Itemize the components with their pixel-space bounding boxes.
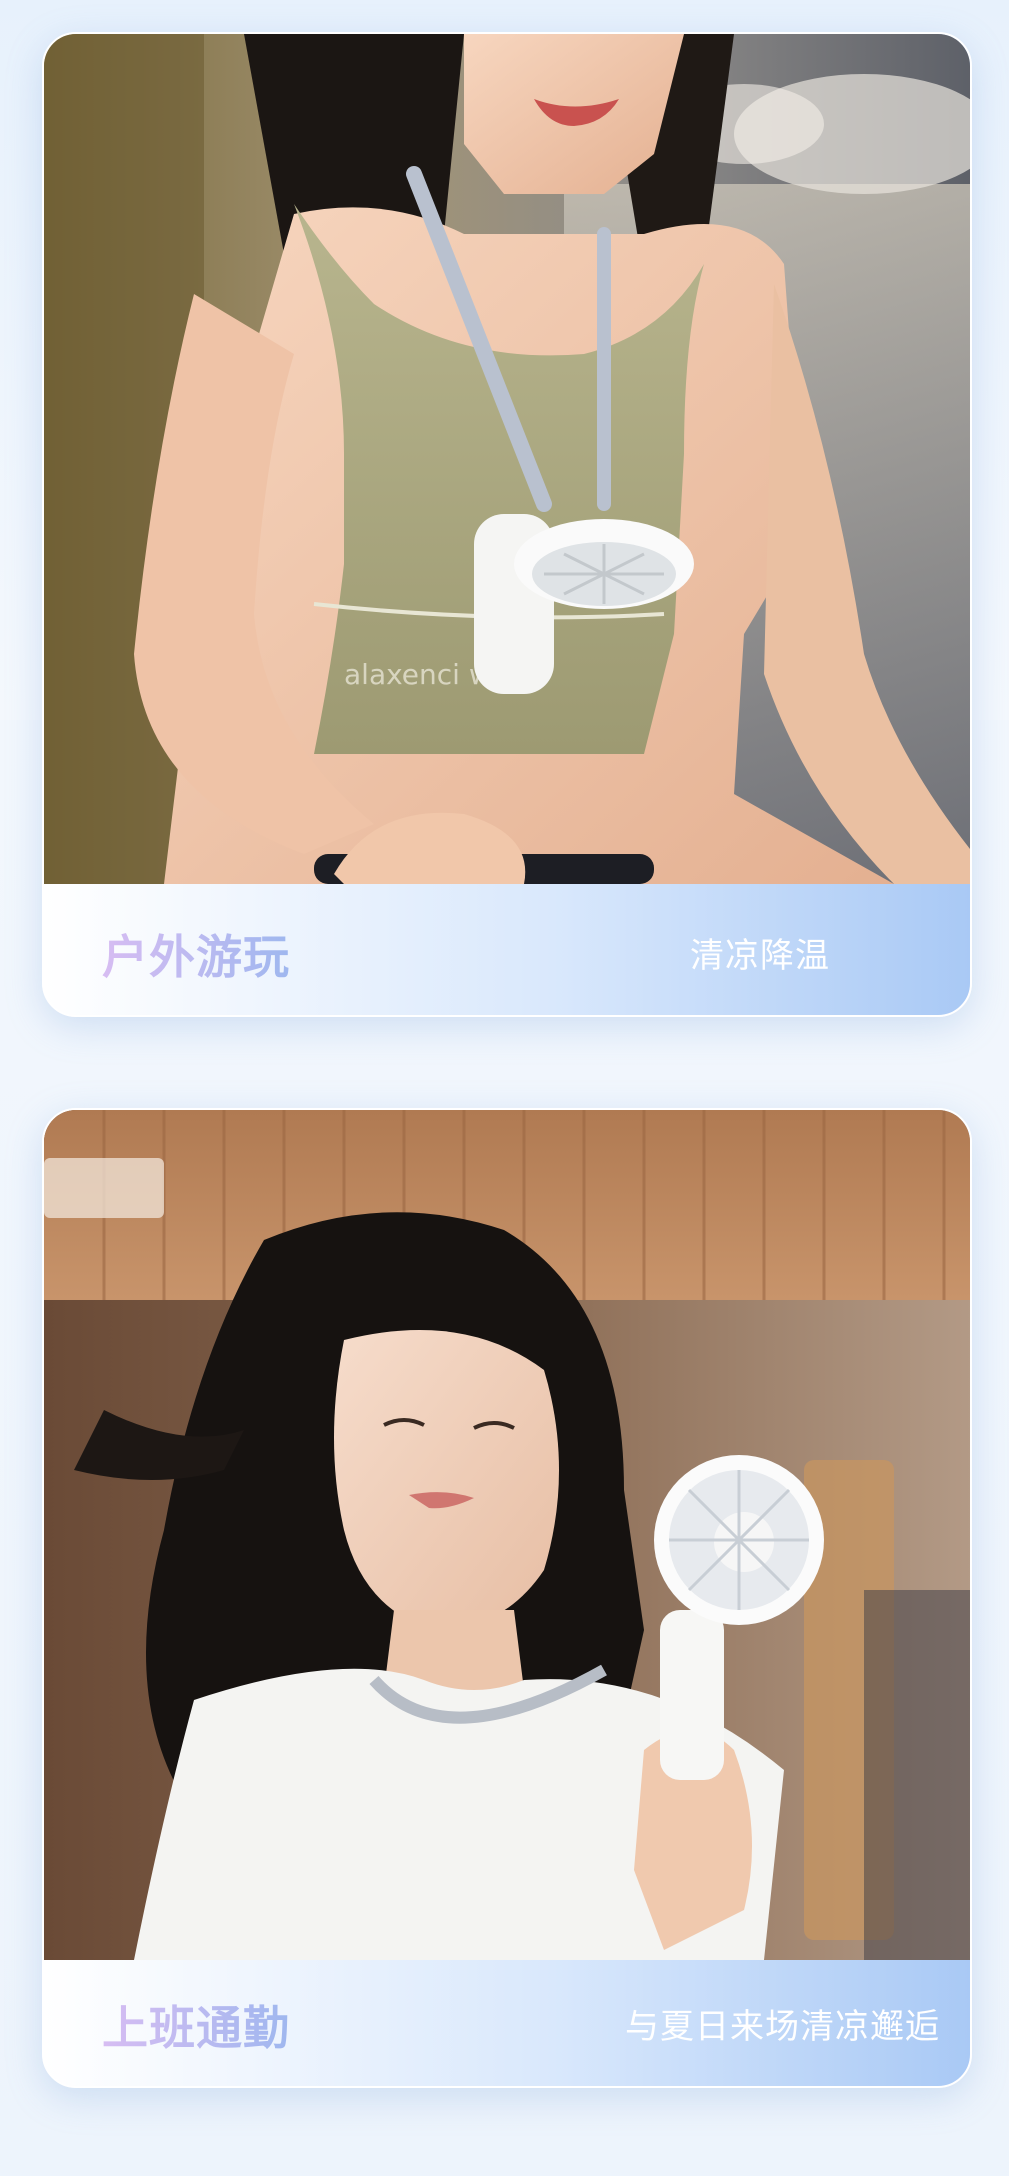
scene-card-commute: 上班通勤 与夏日来场清凉邂逅 [42, 1108, 972, 2088]
section-title: 户外游玩 [102, 921, 290, 987]
caption-band: 上班通勤 与夏日来场清凉邂逅 [44, 1946, 970, 2086]
section-title: 上班通勤 [102, 1992, 290, 2058]
caption-band: 户外游玩 清凉降温 [44, 875, 970, 1015]
scene-card-outdoor: alaxenci wenc 户外游玩 清凉降温 [42, 32, 972, 1017]
photo-commute-handheld-fan [44, 1110, 970, 1960]
section-subtitle: 与夏日来场清凉邂逅 [625, 2007, 940, 2047]
section-subtitle: 清凉降温 [690, 936, 830, 976]
photo-outdoor-neck-fan: alaxenci wenc [44, 34, 970, 884]
